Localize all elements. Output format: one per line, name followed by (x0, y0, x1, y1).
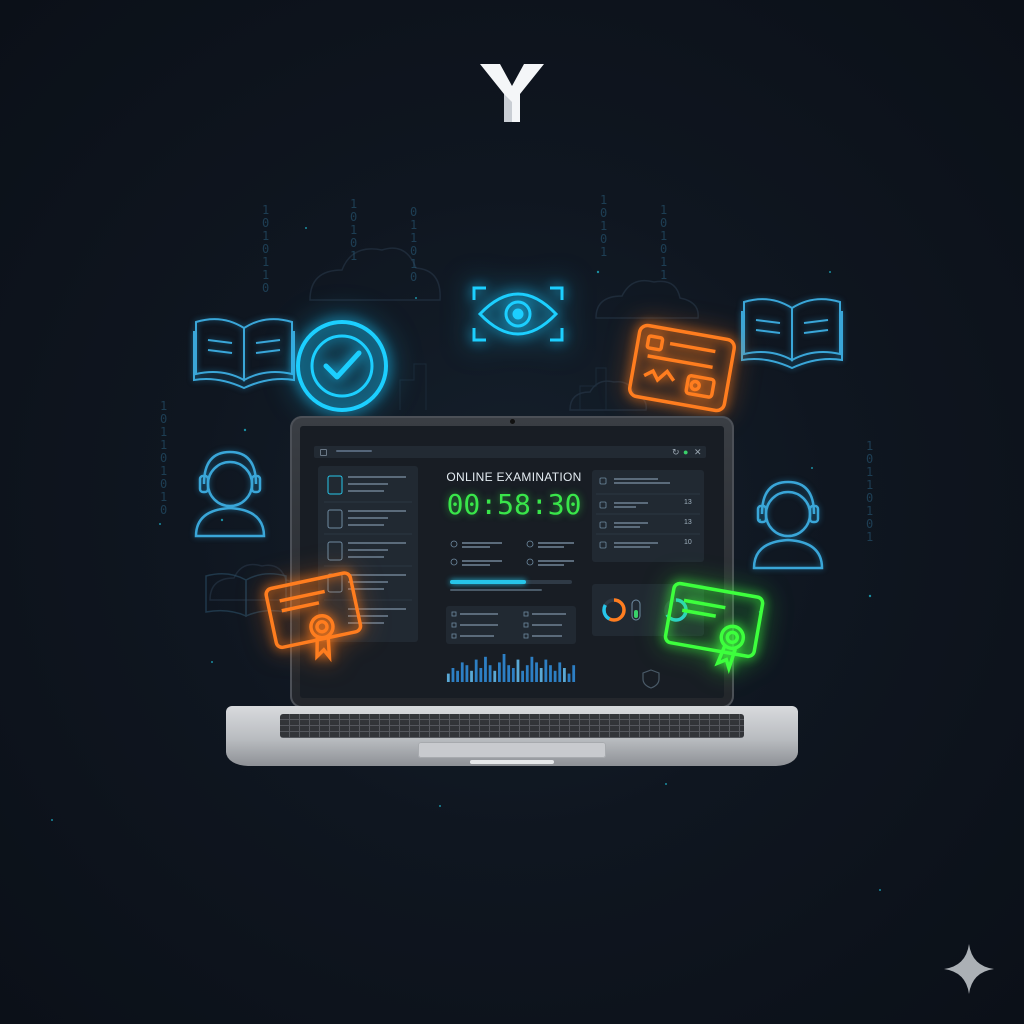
user-headset-icon-left (194, 450, 266, 538)
binary-column: 1010110 (262, 203, 270, 295)
chart-bar (465, 665, 469, 682)
chart-bar (451, 668, 455, 682)
certificate-icon-orange (264, 571, 363, 663)
chart-bar (511, 668, 515, 682)
address-text-placeholder (336, 447, 372, 457)
browser-address-bar[interactable] (314, 446, 706, 458)
chart-bar (470, 670, 473, 682)
certificate-icon-green (663, 581, 765, 675)
chart-bar (456, 670, 459, 682)
open-book-icon-right (741, 298, 843, 370)
sparkle-icon (944, 944, 994, 994)
binary-column: 011010 (410, 205, 418, 284)
chart-bar (484, 656, 487, 682)
chart-bar (502, 654, 506, 682)
progress-caption (450, 588, 580, 591)
chart-bar (479, 668, 483, 682)
tab-icon (320, 449, 327, 456)
laptop-notch (470, 760, 554, 764)
check-circle-icon (296, 320, 388, 412)
chart-bar (493, 670, 497, 682)
laptop-keyboard (280, 714, 744, 738)
chart-bar (549, 665, 552, 682)
chart-bar (516, 659, 520, 682)
binary-column: 10101 (350, 197, 358, 263)
chart-bar (544, 659, 548, 682)
id-card-icon (627, 323, 737, 413)
status-number: 13 (684, 519, 692, 526)
exam-title: ONLINE EXAMINATION (446, 470, 582, 484)
status-number: 10 (684, 539, 692, 546)
laptop-trackpad (418, 742, 606, 758)
refresh-icon[interactable]: ↻ (672, 446, 680, 458)
chart-bar (539, 668, 543, 682)
exam-progress-bar (450, 580, 526, 584)
chart-bar (498, 662, 501, 682)
chart-bar (474, 659, 478, 682)
chart-bar (446, 673, 450, 682)
status-list (596, 477, 700, 549)
binary-column: 101011 (660, 203, 668, 282)
eye-scan-icon (472, 286, 564, 342)
chart-bar (563, 668, 566, 682)
chart-bar (525, 665, 529, 682)
chart-bar (488, 665, 492, 682)
webcam (510, 419, 515, 424)
status-number: 13 (684, 499, 692, 506)
chart-bar (507, 665, 511, 682)
chart-bar (553, 670, 557, 682)
chart-bar (535, 662, 538, 682)
activity-bar-chart (446, 654, 576, 682)
close-icon[interactable]: ✕ (694, 446, 702, 458)
binary-column: 10101 (600, 193, 608, 259)
binary-column: 10110101 (866, 439, 874, 544)
chart-bar (460, 662, 464, 682)
chart-bar (521, 670, 524, 682)
chart-bar (572, 665, 576, 682)
open-book-icon-left (193, 318, 295, 390)
y-logo-icon (480, 64, 544, 122)
status-dot-icon: ● (683, 447, 689, 457)
answer-options (451, 611, 566, 639)
exam-info-rows (450, 540, 574, 566)
city-outline (399, 363, 607, 410)
user-headset-icon-right (752, 480, 824, 570)
chart-bar (530, 656, 534, 682)
binary-column: 101101010 (160, 399, 168, 517)
chart-bar (558, 662, 562, 682)
exam-timer: 00:58:30 (446, 488, 582, 521)
chart-bar (567, 673, 571, 682)
